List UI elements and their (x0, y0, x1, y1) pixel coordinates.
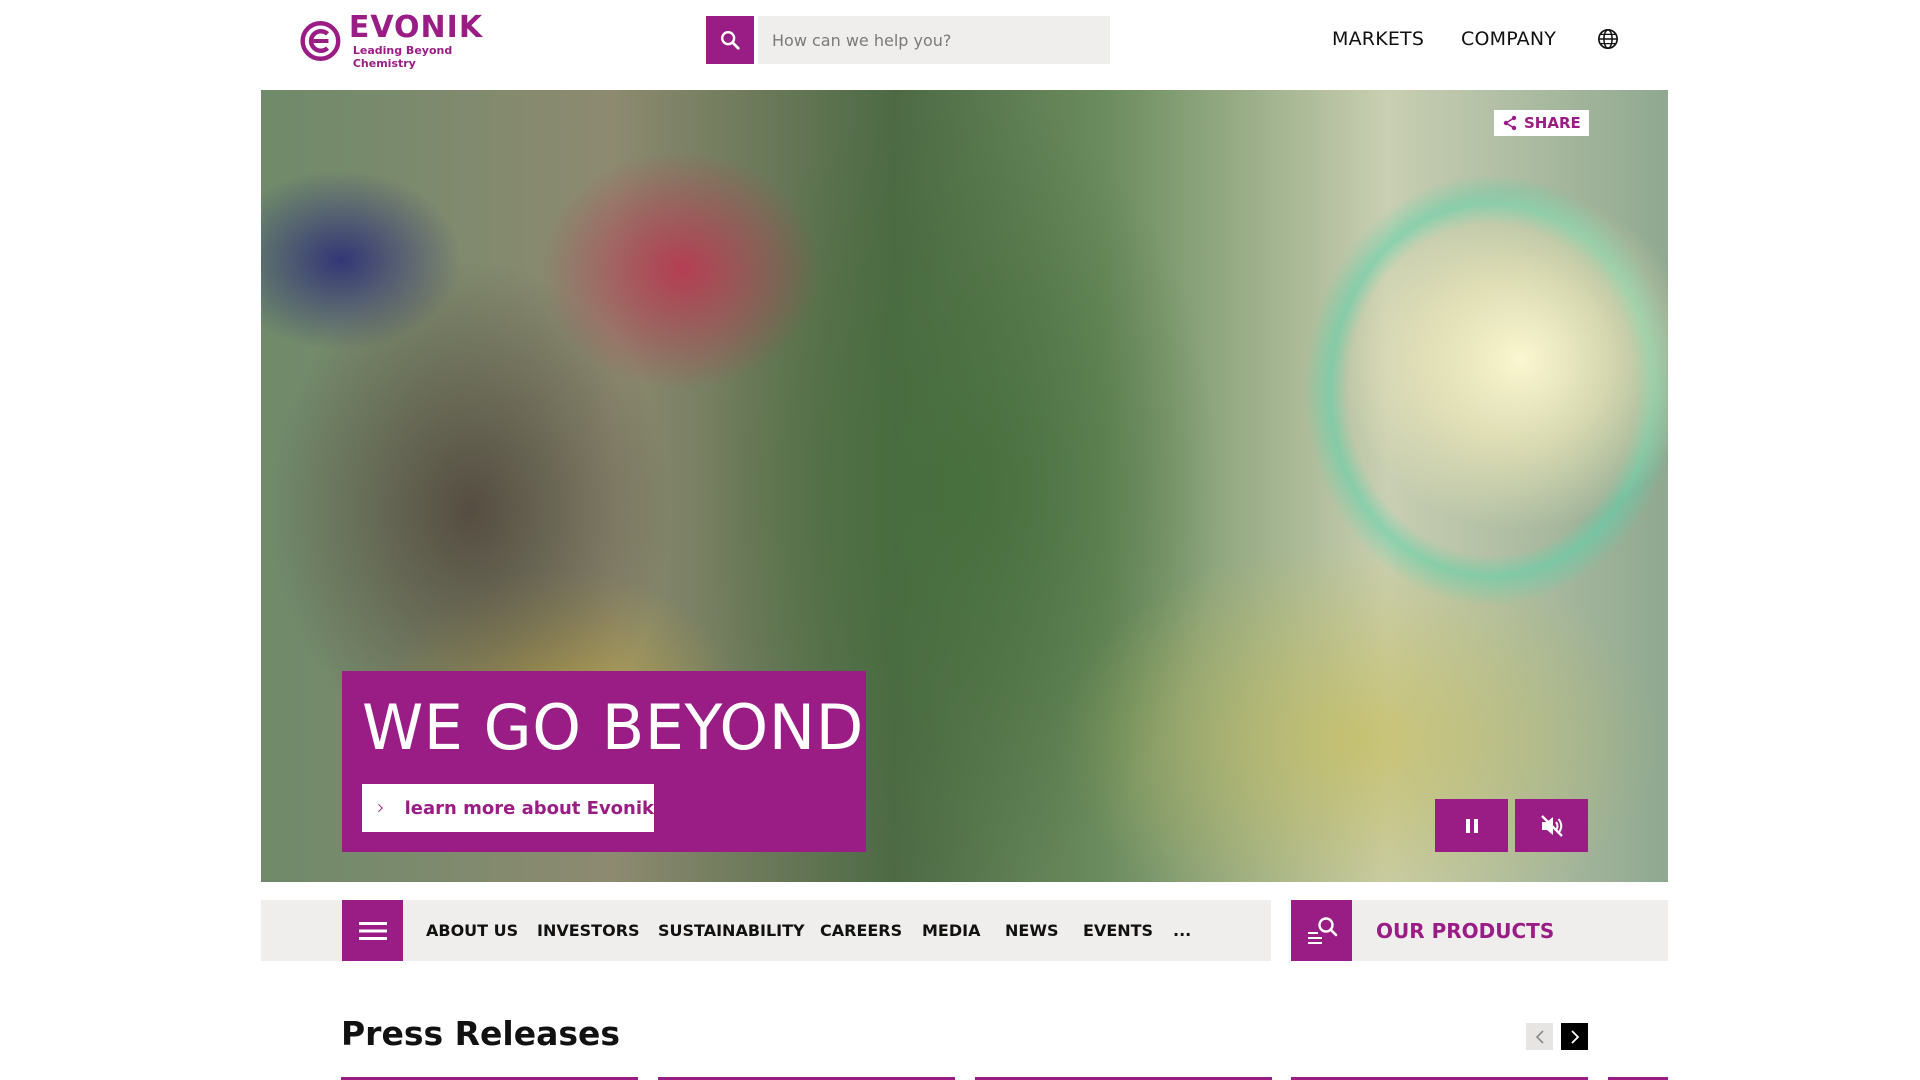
product-search-icon (1291, 900, 1352, 961)
chevron-left-icon (1535, 1029, 1544, 1044)
pause-icon (1465, 818, 1478, 833)
evonik-logo[interactable]: EVONIK Leading Beyond Chemistry (300, 9, 500, 70)
logo-wordmark: EVONIK (348, 9, 484, 45)
search-bar (706, 16, 1110, 64)
press-prev-button[interactable] (1526, 1023, 1553, 1050)
nav-investors[interactable]: INVESTORS (537, 921, 640, 940)
nav-news[interactable]: NEWS (1005, 921, 1059, 940)
pause-button[interactable] (1435, 799, 1508, 852)
nav-careers[interactable]: CAREERS (820, 921, 902, 940)
main-nav-bar: ABOUT US INVESTORS SUSTAINABILITY CAREER… (261, 900, 1271, 961)
nav-markets[interactable]: MARKETS (1332, 28, 1424, 50)
hero-video[interactable]: SHARE WE GO BEYOND learn more about Evon… (261, 90, 1668, 882)
share-icon (1503, 115, 1517, 131)
nav-media[interactable]: MEDIA (922, 921, 980, 940)
nav-sustainability[interactable]: SUSTAINABILITY (658, 921, 805, 940)
chevron-right-icon (378, 803, 383, 813)
press-next-button[interactable] (1561, 1023, 1588, 1050)
logo-tagline: Leading Beyond Chemistry (352, 43, 453, 70)
mute-icon (1540, 814, 1563, 837)
hero-headline: WE GO BEYOND (362, 691, 864, 764)
mute-button[interactable] (1515, 799, 1588, 852)
chevron-right-icon (1570, 1029, 1579, 1044)
nav-events[interactable]: EVENTS (1083, 921, 1153, 940)
search-input[interactable] (758, 16, 1110, 64)
hero-headline-box: WE GO BEYOND learn more about Evonik (342, 671, 866, 852)
menu-button[interactable] (342, 900, 403, 961)
evonik-logo-icon (300, 21, 341, 61)
learn-more-label: learn more about Evonik (404, 797, 654, 819)
globe-icon[interactable] (1597, 28, 1619, 50)
learn-more-button[interactable]: learn more about Evonik (362, 784, 654, 832)
share-label: SHARE (1524, 114, 1581, 132)
nav-more[interactable]: ... (1173, 921, 1191, 940)
hamburger-icon (358, 921, 387, 940)
nav-about-us[interactable]: ABOUT US (426, 921, 518, 940)
search-button[interactable] (706, 16, 754, 64)
our-products-label: OUR PRODUCTS (1376, 919, 1555, 943)
search-icon (721, 31, 740, 50)
press-releases-title: Press Releases (341, 1014, 621, 1053)
header: EVONIK Leading Beyond Chemistry MARKETS … (0, 0, 1920, 90)
page: EVONIK Leading Beyond Chemistry MARKETS … (0, 0, 1920, 1080)
share-button[interactable]: SHARE (1494, 110, 1589, 136)
nav-company[interactable]: COMPANY (1461, 28, 1556, 50)
our-products-button[interactable]: OUR PRODUCTS (1291, 900, 1668, 961)
